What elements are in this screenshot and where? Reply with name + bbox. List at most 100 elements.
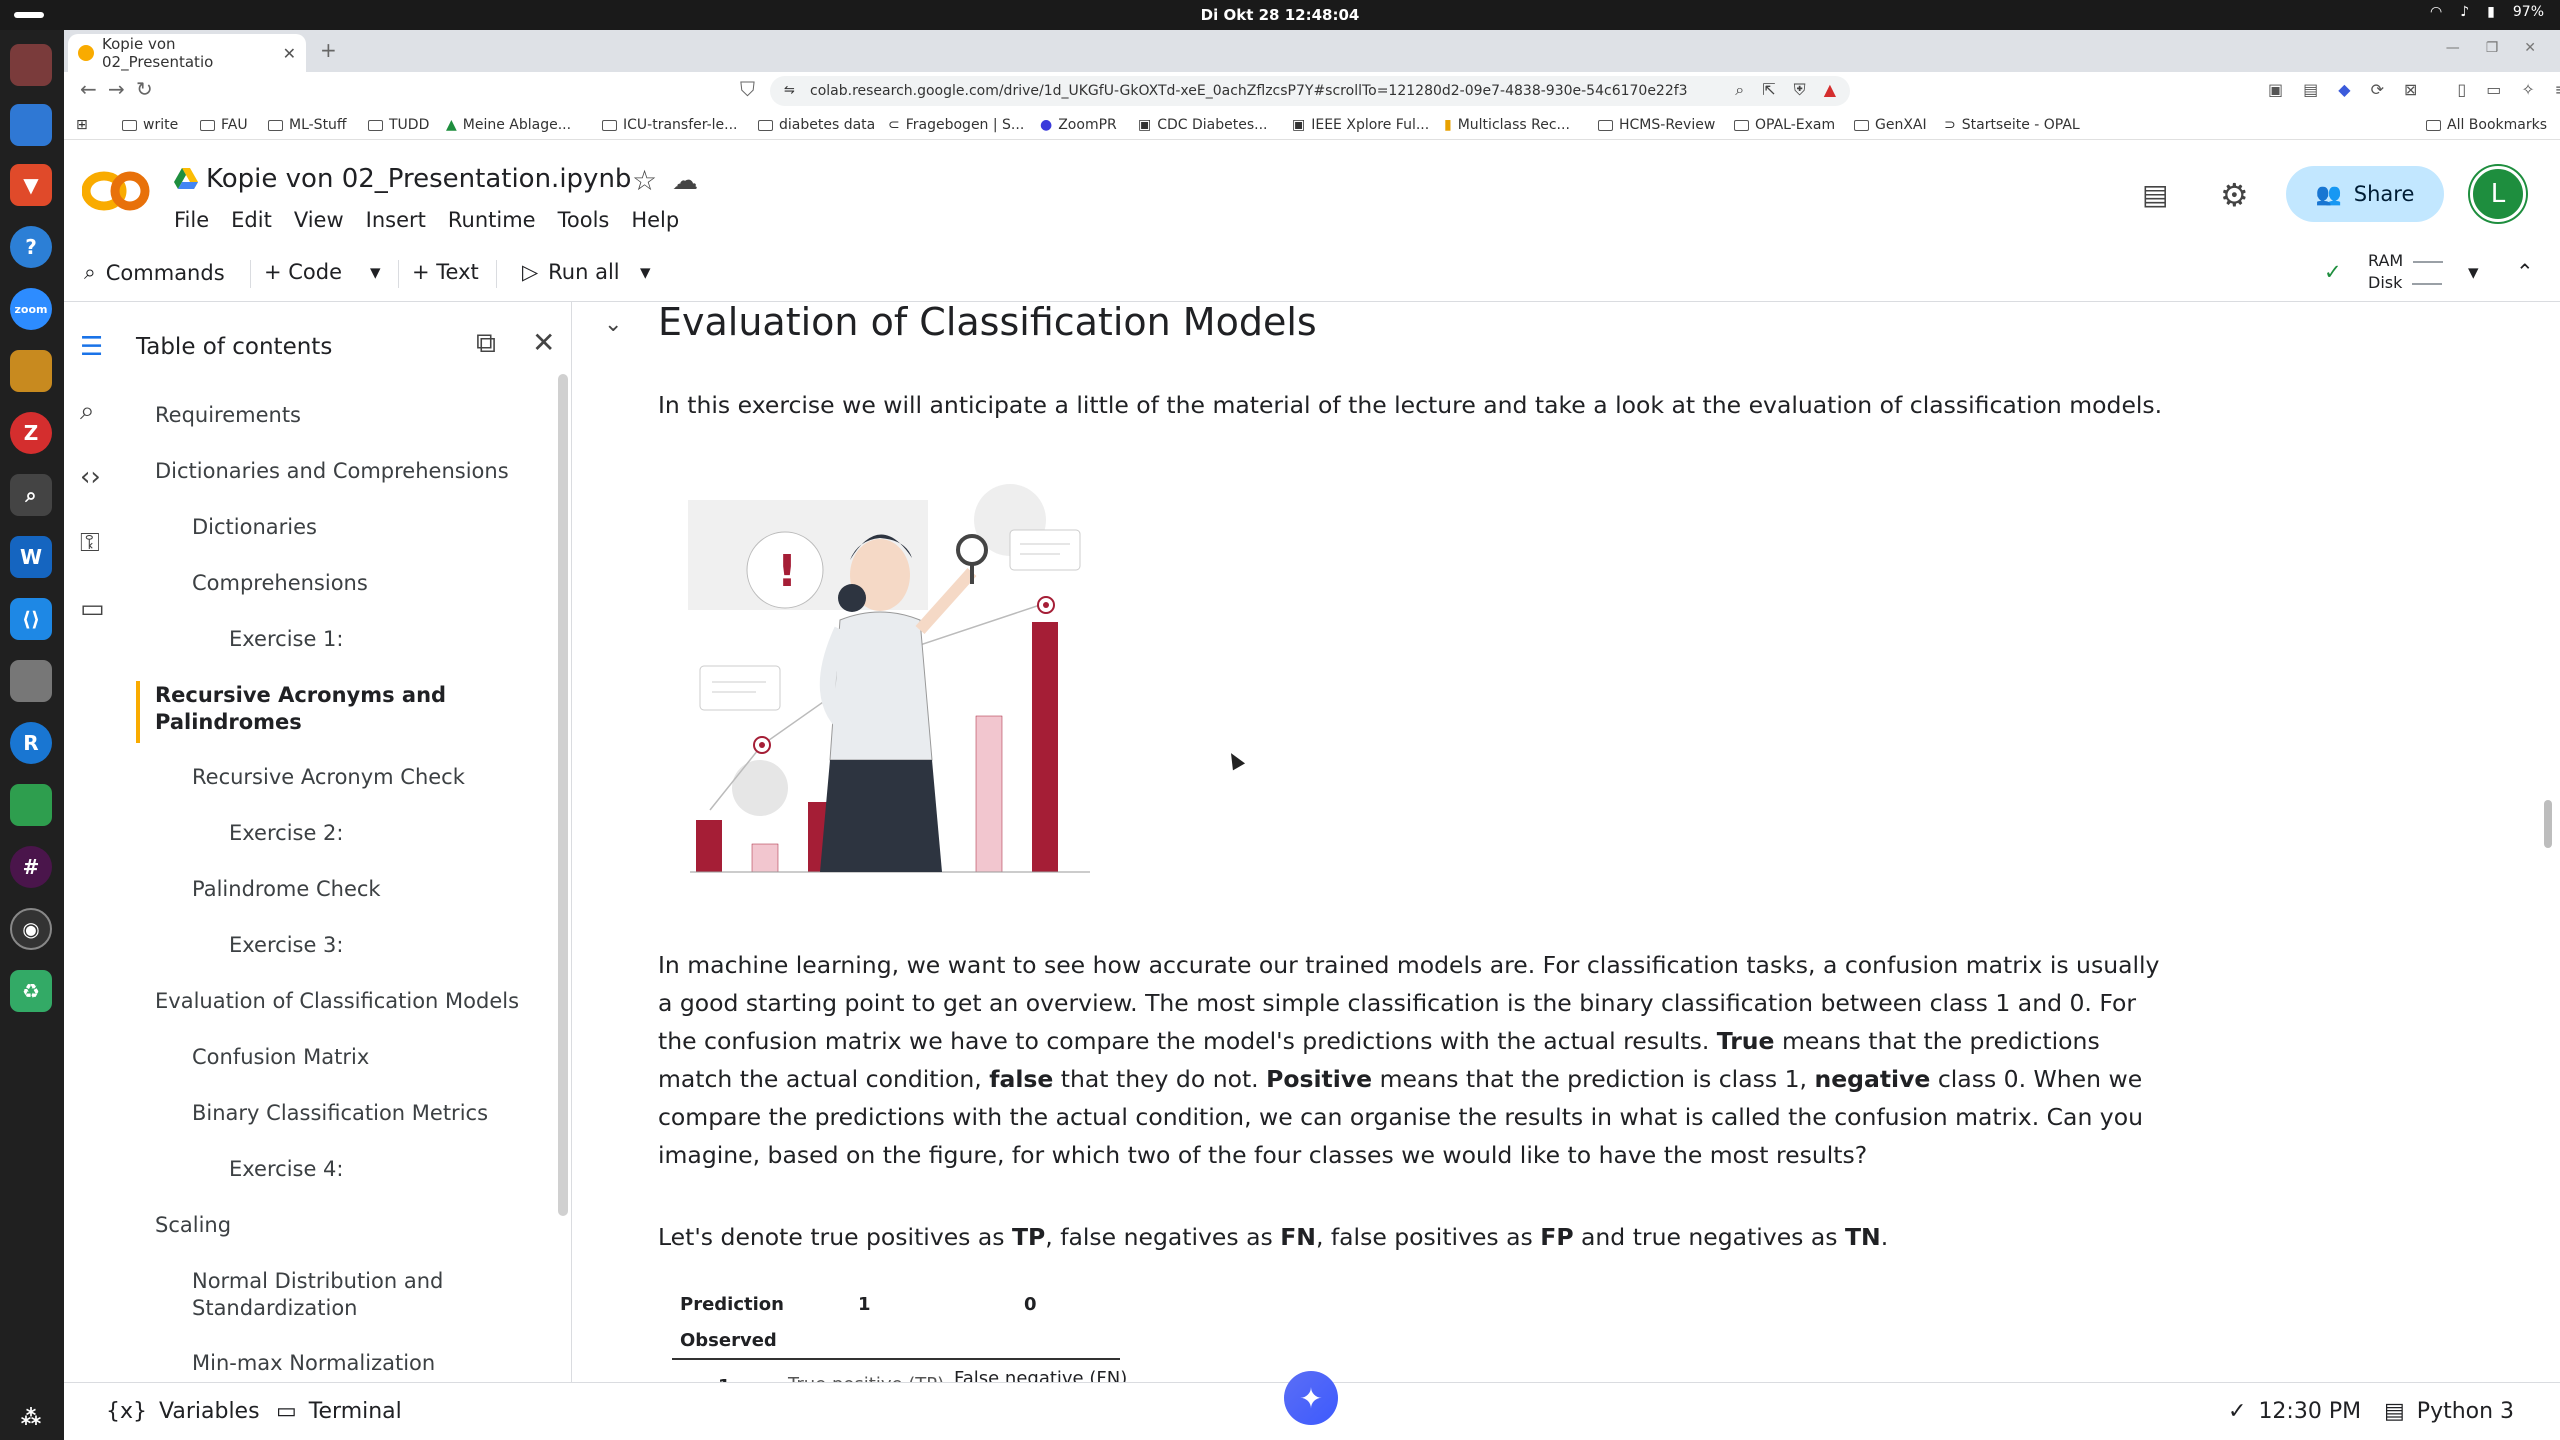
toc-item[interactable]: Normal Distribution and Standardization bbox=[192, 1268, 452, 1322]
gemini-sparkle-button[interactable]: ✦ bbox=[1284, 1371, 1338, 1425]
presentation-app-icon[interactable] bbox=[10, 660, 52, 702]
bookmark-item[interactable]: ⊃ Startseite - OPAL bbox=[1944, 117, 2080, 133]
menu-runtime[interactable]: Runtime bbox=[448, 208, 536, 232]
toc-scrollbar[interactable] bbox=[558, 374, 568, 1216]
site-info-icon[interactable]: ⇋ bbox=[784, 83, 795, 98]
bookmark-page-icon[interactable]: ⛉ bbox=[740, 77, 755, 101]
files-app-icon[interactable] bbox=[10, 44, 52, 86]
magnifier-app-icon[interactable]: ⌕ bbox=[10, 474, 52, 516]
wallet-icon[interactable]: ▭ bbox=[2486, 80, 2501, 99]
apps-icon[interactable]: ⊞ bbox=[76, 117, 88, 133]
toc-item[interactable]: Palindrome Check bbox=[192, 876, 381, 903]
secrets-key-icon[interactable]: ⚿ bbox=[80, 528, 100, 559]
bookmark-item[interactable]: HCMS-Review bbox=[1598, 117, 1715, 133]
maximize-icon[interactable]: ❐ bbox=[2486, 40, 2499, 56]
leo-icon[interactable]: ✧ bbox=[2521, 80, 2534, 99]
zoom-app-icon[interactable]: zoom bbox=[10, 288, 52, 330]
runtime-type[interactable]: ▤ Python 3 bbox=[2384, 1399, 2514, 1424]
bookmark-item[interactable]: ICU-transfer-le... bbox=[602, 117, 738, 133]
notebook-scrollbar[interactable] bbox=[2544, 800, 2552, 848]
toc-item[interactable]: Comprehensions bbox=[192, 570, 368, 597]
trash-app-icon[interactable]: ♻ bbox=[10, 970, 52, 1012]
toc-item-selected[interactable]: Recursive Acronyms and Palindromes bbox=[155, 682, 455, 736]
bookmark-item[interactable]: ▲ Meine Ablage... bbox=[446, 117, 571, 133]
open-in-tab-icon[interactable]: ⧉ bbox=[476, 326, 496, 360]
writer-app-icon[interactable] bbox=[10, 104, 52, 146]
new-tab-icon[interactable]: + bbox=[320, 38, 337, 62]
system-tray[interactable]: ◠ ♪ ▮ 97% bbox=[2430, 4, 2544, 20]
cloud-saved-icon[interactable]: ☁ bbox=[672, 166, 698, 196]
menu-view[interactable]: View bbox=[294, 208, 344, 232]
toc-item[interactable]: Requirements bbox=[155, 402, 301, 429]
settings-gear-icon[interactable]: ⚙ bbox=[2220, 176, 2249, 214]
forward-icon[interactable]: → bbox=[108, 77, 125, 101]
toc-item[interactable]: Exercise 4: bbox=[229, 1156, 344, 1183]
rewards-icon[interactable]: ▲ bbox=[1824, 80, 1836, 100]
add-code-button[interactable]: + Code bbox=[264, 260, 342, 284]
account-avatar[interactable]: L bbox=[2470, 166, 2526, 222]
bookmark-item[interactable]: TUDD bbox=[368, 117, 429, 133]
all-bookmarks[interactable]: All Bookmarks bbox=[2426, 117, 2547, 133]
close-panel-icon[interactable]: ✕ bbox=[532, 326, 555, 359]
reload-icon[interactable]: ↻ bbox=[136, 77, 153, 101]
brave-shield-icon[interactable]: ⛨ bbox=[1794, 80, 1806, 100]
terminal-button[interactable]: ▭ Terminal bbox=[276, 1399, 402, 1424]
slack-app-icon[interactable]: # bbox=[10, 846, 52, 888]
bookmark-item[interactable]: write bbox=[122, 117, 178, 133]
back-icon[interactable]: ← bbox=[80, 77, 97, 101]
bookmark-item[interactable]: ▣ IEEE Xplore Ful... bbox=[1292, 117, 1429, 133]
files-folder-icon[interactable]: ▭ bbox=[80, 594, 105, 624]
address-bar[interactable]: ⇋ colab.research.google.com/drive/1d_UKG… bbox=[770, 76, 1850, 106]
vscode-app-icon[interactable]: ⟨⟩ bbox=[10, 598, 52, 640]
bookmark-item[interactable]: ● ZoomPR bbox=[1040, 117, 1117, 133]
r-app-icon[interactable]: R bbox=[10, 722, 52, 764]
toc-item[interactable]: Exercise 3: bbox=[229, 932, 344, 959]
webex-app-icon[interactable]: W bbox=[10, 536, 52, 578]
notebook-title[interactable]: Kopie von 02_Presentation.ipynb bbox=[206, 164, 631, 194]
colab-logo[interactable] bbox=[82, 170, 150, 212]
menu-insert[interactable]: Insert bbox=[366, 208, 426, 232]
extension-icon[interactable]: ▣ bbox=[2268, 80, 2283, 99]
toc-item[interactable]: Confusion Matrix bbox=[192, 1044, 369, 1071]
sidebar-toggle-icon[interactable]: ▯ bbox=[2457, 80, 2466, 99]
toc-item[interactable]: Scaling bbox=[155, 1212, 231, 1239]
calc-app-icon[interactable] bbox=[10, 784, 52, 826]
close-tab-icon[interactable]: ✕ bbox=[283, 44, 296, 63]
bookmark-item[interactable]: GenXAI bbox=[1854, 117, 1927, 133]
menu-help[interactable]: Help bbox=[631, 208, 679, 232]
comments-icon[interactable]: ▤ bbox=[2142, 178, 2168, 211]
bookmark-item[interactable]: OPAL-Exam bbox=[1734, 117, 1835, 133]
toc-item[interactable]: Min-max Normalization bbox=[192, 1350, 435, 1377]
runtime-dropdown-icon[interactable]: ▾ bbox=[2468, 260, 2479, 284]
toc-item[interactable]: Recursive Acronym Check bbox=[192, 764, 465, 791]
resource-monitor[interactable]: RAM Disk bbox=[2368, 250, 2444, 294]
last-run-status[interactable]: ✓ 12:30 PM bbox=[2228, 1399, 2361, 1424]
menu-file[interactable]: File bbox=[174, 208, 209, 232]
extension-icon[interactable]: ◆ bbox=[2338, 80, 2350, 99]
brave-browser-icon[interactable]: ▼ bbox=[10, 164, 52, 206]
find-replace-icon[interactable]: ⌕ bbox=[80, 396, 95, 427]
help-icon[interactable]: ? bbox=[10, 226, 52, 268]
bookmark-item[interactable]: FAU bbox=[200, 117, 248, 133]
toc-item[interactable]: Dictionaries and Comprehensions bbox=[155, 458, 509, 485]
bookmark-item[interactable]: ML-Stuff bbox=[268, 117, 347, 133]
minimize-icon[interactable]: — bbox=[2446, 40, 2460, 56]
variables-button[interactable]: {x} Variables bbox=[106, 1399, 260, 1424]
toc-item[interactable]: Binary Classification Metrics bbox=[192, 1100, 488, 1127]
share-page-icon[interactable]: ⇱ bbox=[1762, 80, 1775, 100]
star-icon[interactable]: ☆ bbox=[632, 164, 657, 197]
menu-tools[interactable]: Tools bbox=[558, 208, 610, 232]
menu-edit[interactable]: Edit bbox=[231, 208, 272, 232]
bookmark-item[interactable]: ⊂ Fragebogen | S... bbox=[888, 117, 1024, 133]
bookmark-item[interactable]: ▣ CDC Diabetes... bbox=[1138, 117, 1268, 133]
collapse-header-icon[interactable]: ⌃ bbox=[2516, 260, 2534, 284]
extension-icon[interactable]: ⊠ bbox=[2404, 80, 2417, 99]
share-button[interactable]: 👥 Share bbox=[2286, 166, 2444, 222]
code-snippets-icon[interactable]: ‹› bbox=[80, 462, 101, 492]
archive-app-icon[interactable] bbox=[10, 350, 52, 392]
extension-icon[interactable]: ⟳ bbox=[2371, 80, 2384, 99]
browser-menu-icon[interactable]: ≡ bbox=[2555, 80, 2560, 99]
table-of-contents-icon[interactable]: ☰ bbox=[80, 332, 103, 362]
close-window-icon[interactable]: ✕ bbox=[2524, 40, 2536, 56]
run-all-dropdown-icon[interactable]: ▾ bbox=[640, 260, 651, 284]
